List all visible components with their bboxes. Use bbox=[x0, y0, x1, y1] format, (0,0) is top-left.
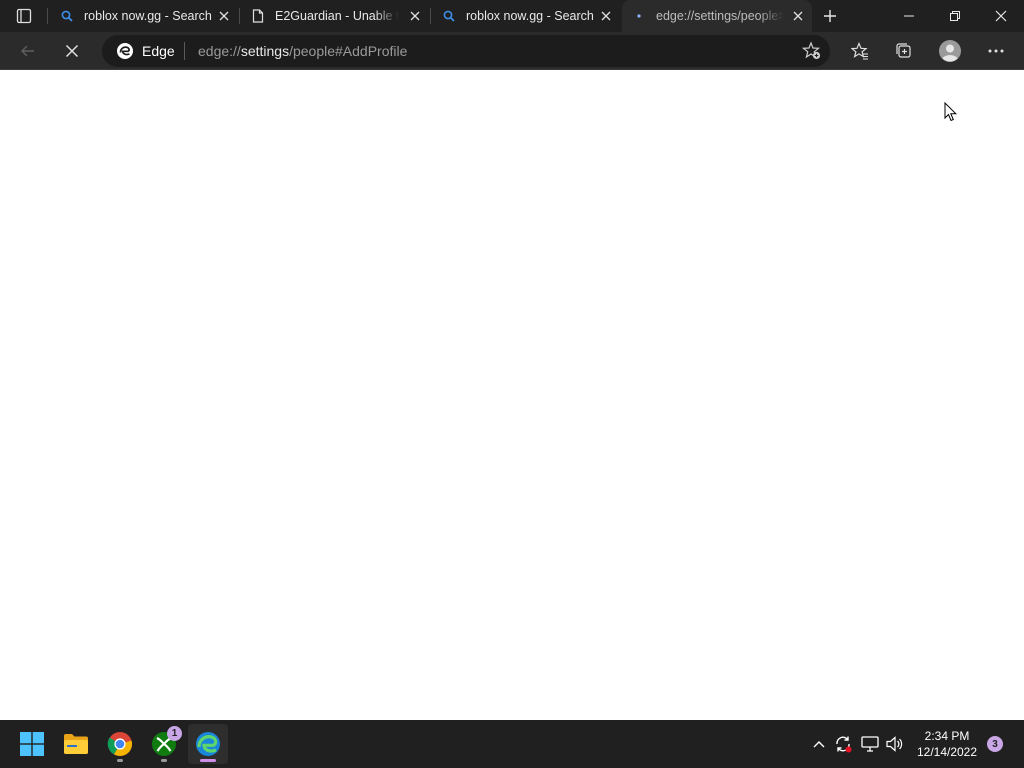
taskbar: 1 2:34 PM 12/14/2022 3 bbox=[0, 720, 1024, 768]
close-icon[interactable] bbox=[598, 8, 614, 24]
notification-center-badge[interactable]: 3 bbox=[987, 736, 1003, 752]
browser-window: roblox now.gg - Search E2Guardian - Unab… bbox=[0, 0, 1024, 720]
running-indicator bbox=[161, 759, 167, 762]
close-icon bbox=[66, 45, 78, 57]
page-icon bbox=[251, 9, 265, 23]
url-scheme: edge:// bbox=[198, 43, 241, 59]
file-explorer-button[interactable] bbox=[56, 724, 96, 764]
tab-title: roblox now.gg - Search bbox=[466, 9, 594, 23]
tab-3[interactable]: roblox now.gg - Search bbox=[432, 0, 620, 32]
profile-button[interactable] bbox=[934, 35, 966, 67]
start-button[interactable] bbox=[12, 724, 52, 764]
more-dots-icon bbox=[988, 49, 1004, 53]
tab-title: edge://settings/people# bbox=[656, 9, 784, 23]
xbox-button[interactable]: 1 bbox=[144, 724, 184, 764]
xbox-badge: 1 bbox=[167, 726, 182, 741]
network-tray-button[interactable] bbox=[858, 732, 882, 756]
network-icon bbox=[861, 736, 879, 752]
tab-separator bbox=[430, 8, 431, 24]
speaker-icon bbox=[886, 736, 903, 752]
star-add-icon bbox=[802, 41, 821, 60]
favorites-star-icon bbox=[851, 42, 868, 60]
back-button[interactable] bbox=[12, 35, 44, 67]
tab-1[interactable]: roblox now.gg - Search bbox=[50, 0, 238, 32]
windows-logo-icon bbox=[20, 732, 44, 756]
clock-date: 12/14/2022 bbox=[916, 745, 978, 759]
tab-strip: roblox now.gg - Search E2Guardian - Unab… bbox=[0, 0, 1024, 32]
minimize-icon bbox=[904, 15, 914, 17]
clock-time: 2:34 PM bbox=[924, 729, 970, 743]
settings-more-button[interactable] bbox=[980, 35, 1012, 67]
url-host: settings bbox=[240, 43, 290, 59]
tab-2[interactable]: E2Guardian - Unable to bbox=[241, 0, 429, 32]
plus-icon bbox=[824, 10, 836, 22]
tab-title: roblox now.gg - Search bbox=[84, 9, 212, 23]
tab-separator bbox=[47, 8, 48, 24]
edge-taskbar-button[interactable] bbox=[188, 724, 228, 764]
close-icon[interactable] bbox=[216, 8, 232, 24]
close-icon[interactable] bbox=[790, 8, 806, 24]
edge-chip-label: Edge bbox=[142, 43, 175, 59]
restore-button[interactable] bbox=[932, 0, 978, 32]
tab-title: E2Guardian - Unable to bbox=[275, 9, 399, 23]
edge-logo-icon bbox=[196, 732, 220, 756]
add-favorite-button[interactable] bbox=[802, 41, 822, 61]
avatar-icon bbox=[939, 40, 961, 62]
chrome-button[interactable] bbox=[100, 724, 140, 764]
edge-logo-icon bbox=[117, 43, 133, 59]
close-window-button[interactable] bbox=[978, 0, 1024, 32]
tab-4-active[interactable]: edge://settings/people# bbox=[622, 0, 812, 32]
favorites-button[interactable] bbox=[844, 35, 876, 67]
clock[interactable]: 2:34 PM 12/14/2022 bbox=[910, 728, 984, 760]
new-tab-button[interactable] bbox=[816, 4, 844, 28]
active-indicator bbox=[200, 759, 216, 762]
minimize-button[interactable] bbox=[886, 0, 932, 32]
address-separator bbox=[184, 42, 185, 60]
address-bar[interactable]: Edge edge://settings/people#AddProfile bbox=[102, 35, 830, 67]
restore-icon bbox=[950, 11, 960, 21]
folder-icon bbox=[64, 734, 88, 754]
running-indicator bbox=[117, 759, 123, 762]
tab-actions-icon bbox=[16, 8, 32, 24]
browser-toolbar: Edge edge://settings/people#AddProfile bbox=[0, 32, 1024, 70]
search-icon bbox=[60, 9, 74, 23]
collections-icon bbox=[896, 43, 911, 58]
url-text[interactable]: edge://settings/people#AddProfile bbox=[198, 43, 407, 59]
tab-separator bbox=[239, 8, 240, 24]
sync-icon bbox=[836, 736, 852, 753]
chevron-up-icon bbox=[813, 741, 825, 748]
url-path: /people#AddProfile bbox=[289, 43, 408, 59]
chrome-icon bbox=[107, 732, 133, 757]
volume-tray-button[interactable] bbox=[883, 732, 907, 756]
mouse-cursor-icon bbox=[944, 102, 958, 122]
tab-actions-button[interactable] bbox=[8, 4, 40, 28]
sync-tray-button[interactable] bbox=[831, 732, 855, 756]
back-arrow-icon bbox=[21, 45, 34, 57]
page-content bbox=[0, 71, 1024, 720]
close-icon bbox=[995, 10, 1007, 22]
show-hidden-icons-button[interactable] bbox=[807, 732, 831, 756]
stop-loading-button[interactable] bbox=[56, 35, 88, 67]
loading-dot-icon bbox=[632, 9, 646, 23]
search-icon bbox=[442, 9, 456, 23]
close-icon[interactable] bbox=[407, 8, 423, 24]
edge-page-chip[interactable]: Edge bbox=[116, 42, 175, 60]
collections-button[interactable] bbox=[888, 35, 920, 67]
